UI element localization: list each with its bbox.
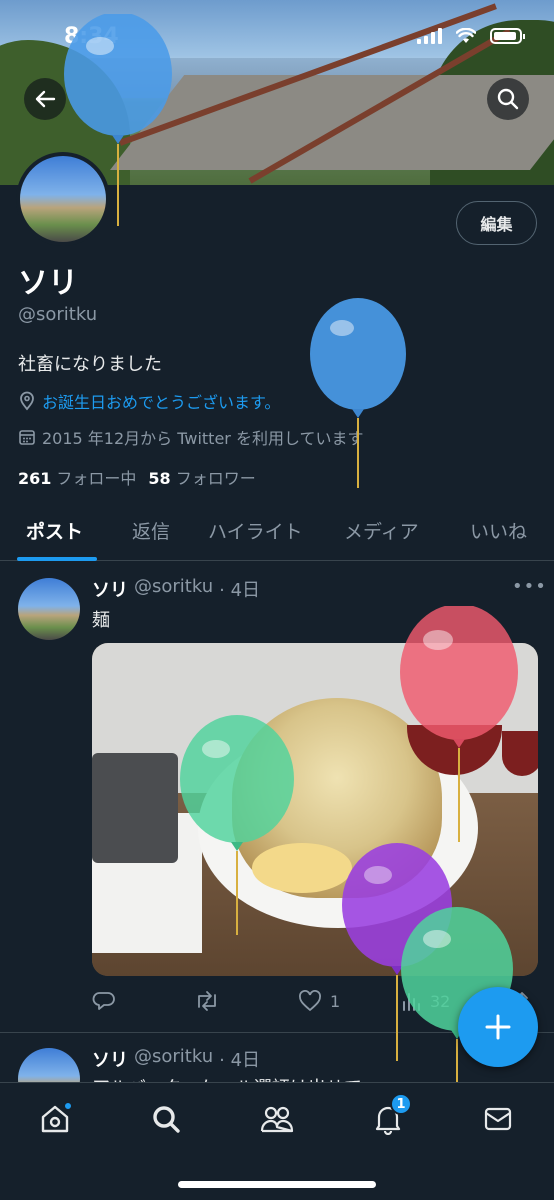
profile-name: ソリ [18, 266, 78, 301]
tab-posts[interactable]: ポスト [26, 517, 83, 544]
search-icon [153, 1106, 180, 1133]
retweet-icon [198, 991, 216, 1011]
battery-icon [490, 28, 525, 44]
nav-home[interactable] [35, 1099, 75, 1139]
back-button[interactable] [24, 78, 66, 120]
reply-icon [92, 992, 115, 1010]
edit-profile-button[interactable]: 編集 [456, 201, 537, 245]
like-count: 1 [330, 991, 341, 1011]
location-pin-icon [20, 391, 34, 411]
profile-tabs: ポスト 返信 ハイライト メディア いいね [0, 505, 554, 561]
communities-icon [260, 1106, 294, 1133]
back-arrow-icon [35, 90, 56, 108]
profile-bio: 社畜になりました [18, 354, 162, 375]
nav-search[interactable] [146, 1099, 186, 1139]
notification-badge: 1 [390, 1093, 412, 1115]
following-link[interactable]: 261 フォロー中 [18, 465, 136, 489]
like-button[interactable]: 1 [298, 990, 340, 1012]
post-more-icon[interactable]: ••• [512, 576, 547, 597]
compose-plus-icon [485, 1014, 511, 1040]
nav-communities[interactable] [257, 1099, 297, 1139]
follow-stats: 261 フォロー中 58 フォロワー [18, 465, 256, 489]
profile-handle: @soritku [18, 304, 98, 325]
location-text[interactable]: お誕生日おめでとうございます。 [42, 389, 280, 413]
image-cup [92, 753, 178, 863]
status-icons [417, 28, 525, 44]
nav-notifications[interactable]: 1 [368, 1093, 412, 1139]
following-label: フォロー中 [56, 469, 137, 488]
calendar-icon [19, 430, 35, 445]
post-header: ソリ @soritku · 4日 [92, 576, 260, 602]
retweet-button[interactable] [194, 990, 220, 1012]
home-indicator[interactable] [178, 1181, 376, 1188]
signal-icon [417, 28, 442, 44]
followers-count: 58 [148, 469, 171, 488]
balloon-icon [400, 606, 518, 842]
balloon-icon [180, 715, 294, 935]
balloon-icon [64, 14, 172, 226]
compose-button[interactable] [458, 987, 538, 1067]
search-icon [497, 88, 519, 110]
tab-media[interactable]: メディア [344, 517, 419, 544]
tab-likes[interactable]: いいね [470, 517, 527, 544]
home-badge-dot [63, 1101, 73, 1111]
followers-label: フォロワー [175, 469, 256, 488]
post-time: · 4日 [219, 1050, 261, 1071]
post-author-handle: @soritku [134, 1046, 214, 1067]
post-author-name[interactable]: ソリ [92, 576, 128, 602]
post-avatar[interactable] [18, 578, 80, 640]
like-icon [299, 990, 321, 1012]
post-text: 麺 [92, 610, 110, 631]
tab-highlights[interactable]: ハイライト [208, 517, 303, 544]
search-button[interactable] [487, 78, 529, 120]
post-time: · 4日 [219, 580, 261, 601]
mail-icon [484, 1107, 512, 1131]
reply-button[interactable] [92, 990, 116, 1012]
profile-location: お誕生日おめでとうございます。 [18, 389, 280, 413]
post-author-handle: @soritku [134, 576, 214, 597]
following-count: 261 [18, 469, 52, 488]
nav-messages[interactable] [478, 1099, 518, 1139]
followers-link[interactable]: 58 フォロワー [148, 465, 255, 489]
active-tab-indicator [17, 557, 97, 561]
balloon-icon [310, 298, 406, 488]
post-header: ソリ @soritku · 4日 [92, 1046, 260, 1072]
post-author-name[interactable]: ソリ [92, 1046, 128, 1072]
tab-replies[interactable]: 返信 [132, 517, 170, 544]
wifi-icon [456, 28, 476, 43]
